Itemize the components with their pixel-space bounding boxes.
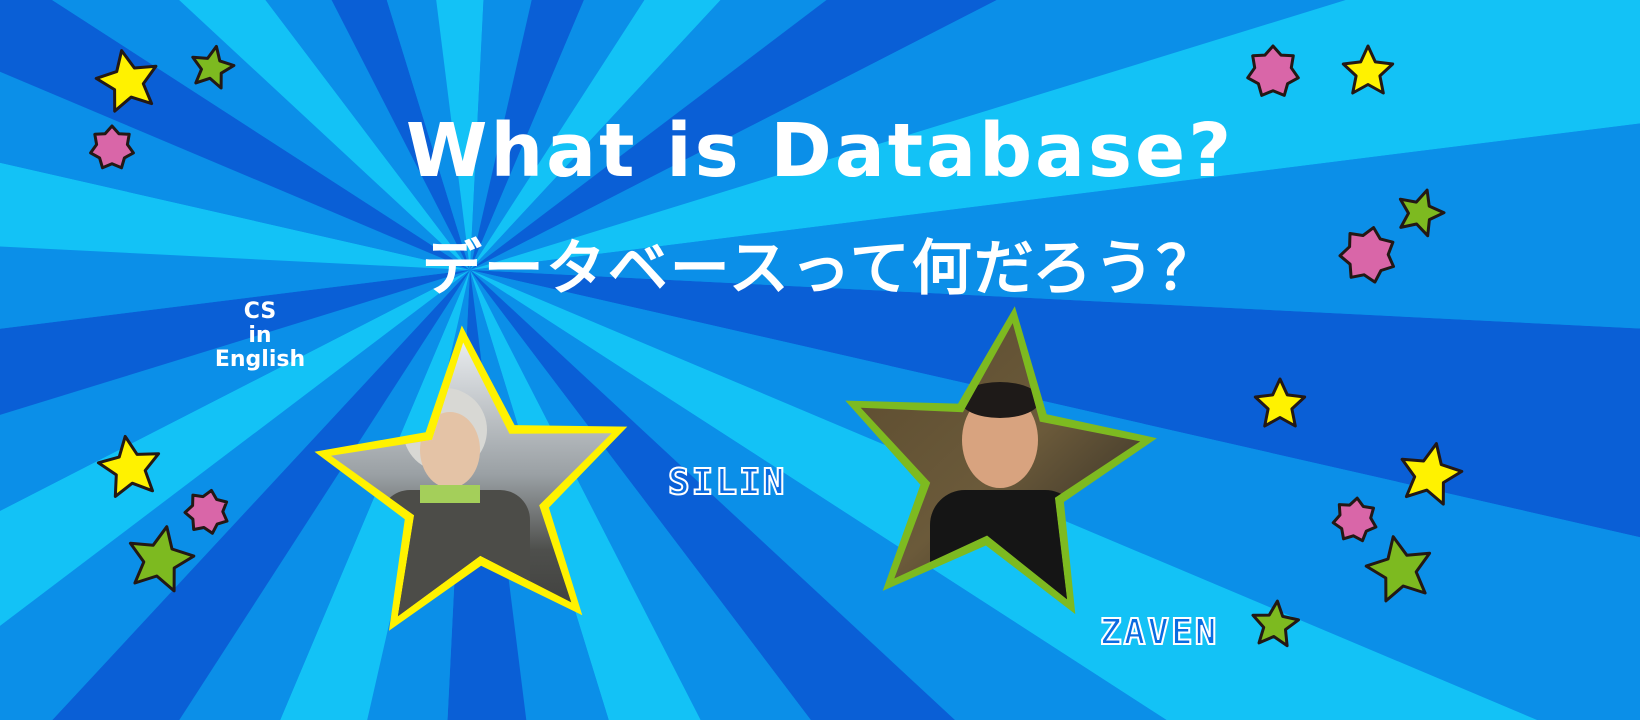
series-label-english: English xyxy=(214,347,306,372)
name-label-silin: SILIN xyxy=(667,461,787,504)
name-label-zaven: ZAVEN xyxy=(1099,611,1219,654)
series-label-cs: CS xyxy=(243,299,277,324)
banner: What is Database? データベースって何だろう？ CS in En… xyxy=(0,0,1640,720)
series-label-in: in xyxy=(248,323,272,348)
series-label: CS in English xyxy=(205,300,315,372)
banner-subtitle: データベースって何だろう？ xyxy=(421,234,1219,304)
banner-title: What is Database? xyxy=(405,108,1235,194)
